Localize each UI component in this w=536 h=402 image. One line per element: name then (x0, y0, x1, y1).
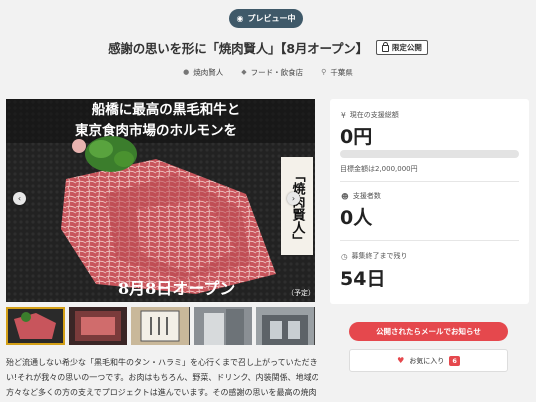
days-left-value: 54日 (340, 268, 386, 290)
favorite-label: お気に入り (409, 356, 445, 365)
thumbnail-1[interactable] (6, 307, 65, 345)
notify-email-button[interactable]: 公開されたらメールでお知らせ (349, 322, 508, 341)
opening-date-text: 8月8日オープン (118, 279, 235, 298)
thumbnail-3[interactable] (131, 307, 190, 345)
heart-icon: ♥ (397, 356, 405, 365)
clock-icon: ◷ (341, 251, 348, 261)
project-description: 殆ど流通しない希少な「黒毛和牛のタン・ハラミ」を心行くまで召し上がっていただきた… (6, 355, 318, 400)
description-line: 方々など多くの方の支えでプロジェクトは進んでいます。その感謝の思いを最高の焼肉と… (6, 388, 318, 397)
funding-amount: 0円 (340, 126, 373, 148)
carousel-prev-button[interactable]: ‹ (13, 192, 26, 205)
target-amount: 目標金額は2,000,000円 (340, 165, 418, 173)
days-left-label: ◷ 募集終了まで残り (341, 251, 408, 261)
opening-note: （予定） (287, 288, 315, 297)
preview-badge: ◉ プレビュー中 (229, 9, 303, 28)
visibility-badge: 限定公開 (375, 39, 428, 55)
project-header: 感謝の思いを形に「焼肉賢人」【8月オープン】 限定公開 (0, 38, 536, 56)
description-line: 殆ど流通しない希少な「黒毛和牛のタン・ハラミ」を心行くまで召し上がっていただきた (6, 358, 318, 367)
thumbnail-4[interactable] (193, 307, 253, 345)
yen-icon: ¥ (341, 110, 346, 120)
divider (340, 240, 519, 241)
category-name: フード・飲食店 (250, 67, 304, 77)
tag-icon: ◆ (241, 68, 247, 76)
supporters-icon: ☻ (341, 191, 349, 201)
description-line: い!それが我々の思いの一つです。お肉はもちろん、野菜、ドリンク、内装関係、地域の (6, 373, 318, 382)
divider (340, 181, 519, 182)
banner-line-2: 東京食肉市場のホルモンを (75, 122, 237, 139)
thumbnail-5[interactable] (256, 307, 315, 345)
hero-image: 船橋に最高の黒毛和牛と 東京食肉市場のホルモンを 「焼肉賢人」 8月8日オープン… (6, 99, 315, 302)
project-title: 感謝の思いを形に「焼肉賢人」【8月オープン】 (108, 40, 368, 56)
funding-progress-bar (340, 150, 519, 158)
category-link[interactable]: ◆ フード・飲食店 (241, 66, 303, 78)
location-name: 千葉県 (330, 67, 353, 77)
banner-line-1: 船橋に最高の黒毛和牛と (92, 101, 241, 118)
favorite-button[interactable]: ♥ お気に入り 6 (349, 349, 508, 372)
project-meta: ● 焼肉賢人 ◆ フード・飲食店 ⚲ 千葉県 (0, 66, 536, 78)
vertical-sign: 「焼肉賢人」 (290, 169, 306, 247)
eye-icon: ◉ (236, 13, 244, 23)
preview-label: プレビュー中 (247, 14, 296, 23)
days-left-label-text: 募集終了まで残り (351, 252, 408, 260)
lock-icon (381, 41, 389, 52)
owner-name: 焼肉賢人 (193, 67, 224, 77)
funding-stats-card: ¥ 現在の支援総額 0円 目標金額は2,000,000円 ☻ 支援者数 0人 ◷… (330, 99, 529, 304)
thumbnail-2[interactable] (68, 307, 128, 345)
funding-label-text: 現在の支援総額 (349, 111, 399, 119)
supporters-label: ☻ 支援者数 (341, 191, 381, 201)
hero-photo: 船橋に最高の黒毛和牛と 東京食肉市場のホルモンを 「焼肉賢人」 8月8日オープン… (6, 99, 315, 302)
location-link[interactable]: ⚲ 千葉県 (321, 66, 353, 78)
favorite-count-badge: 6 (449, 355, 460, 366)
location-pin-icon: ⚲ (321, 68, 327, 76)
funding-label: ¥ 現在の支援総額 (341, 110, 399, 120)
owner-link[interactable]: ● 焼肉賢人 (183, 66, 223, 78)
carousel-next-button[interactable]: › (287, 192, 300, 205)
visibility-label: 限定公開 (391, 42, 422, 52)
user-icon: ● (183, 68, 190, 76)
supporters-label-text: 支援者数 (352, 192, 381, 200)
supporters-count: 0人 (340, 207, 373, 229)
thumbnail-strip (6, 307, 315, 345)
